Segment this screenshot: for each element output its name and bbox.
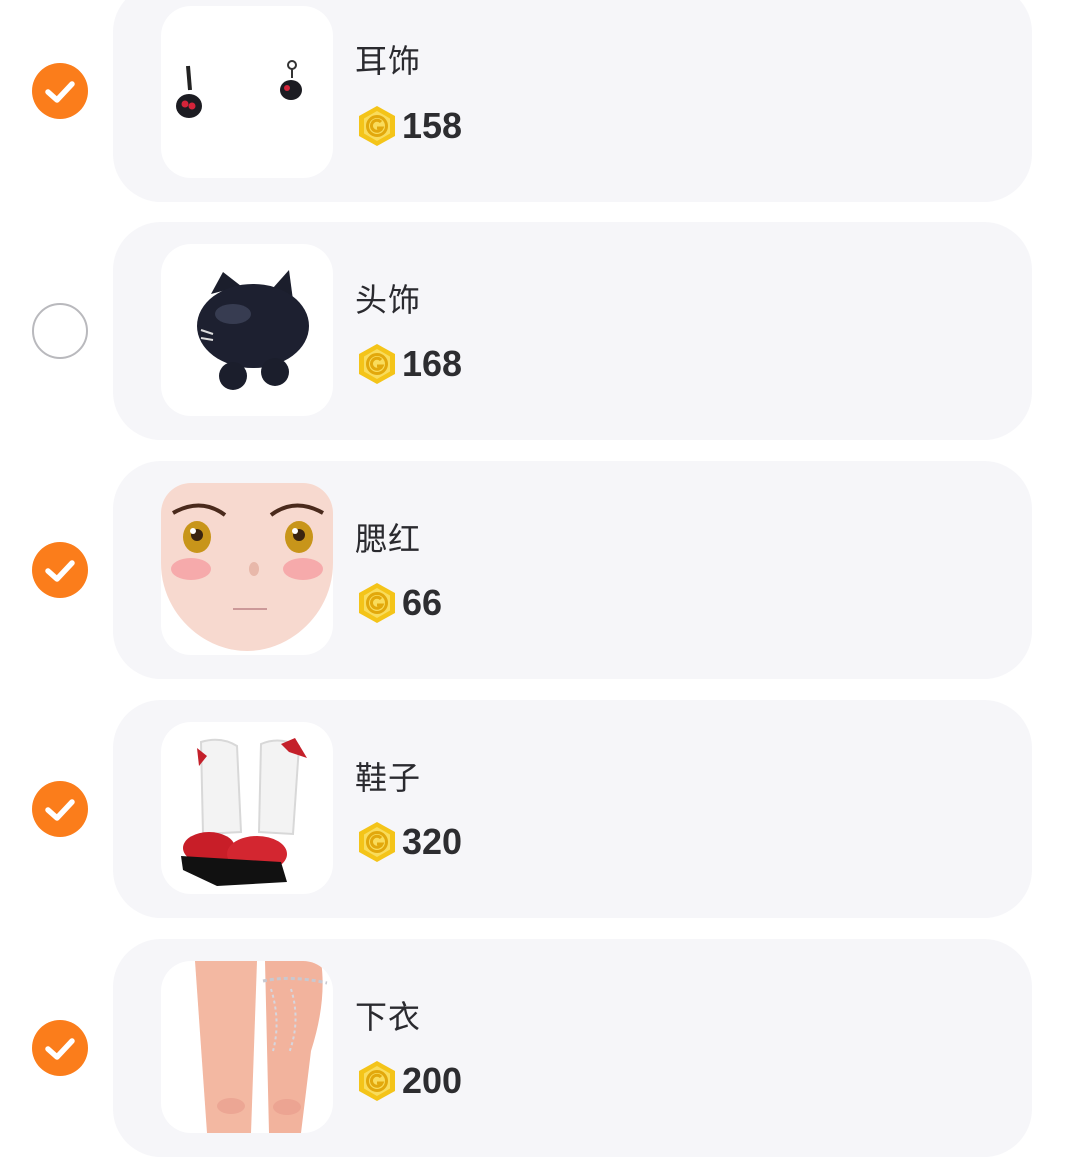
- price-value: 200: [402, 1060, 463, 1101]
- earrings-icon: [161, 6, 333, 178]
- item-name: 下衣: [355, 998, 422, 1036]
- cat-head-accessory-icon: [161, 244, 333, 416]
- list-item[interactable]: 腮红 66: [0, 461, 1080, 679]
- coin-icon: [357, 582, 397, 624]
- list-item[interactable]: 下衣 200: [0, 939, 1080, 1157]
- item-price: 320: [357, 821, 463, 863]
- item-price: 158: [357, 105, 463, 147]
- list-item[interactable]: 鞋子 320: [0, 700, 1080, 918]
- item-name: 耳饰: [355, 42, 422, 80]
- coin-icon: [357, 343, 397, 385]
- anime-face-blush-icon: [161, 483, 333, 655]
- item-price: 168: [357, 343, 463, 385]
- item-name: 头饰: [355, 281, 422, 319]
- price-value: 66: [402, 582, 443, 623]
- price-value: 320: [402, 821, 463, 862]
- price-value: 158: [402, 105, 463, 146]
- coin-icon: [357, 1060, 397, 1102]
- unselected-check-icon[interactable]: [32, 303, 88, 359]
- item-name: 腮红: [355, 520, 422, 558]
- selected-check-icon[interactable]: [32, 1020, 88, 1076]
- price-value: 168: [402, 343, 463, 384]
- list-item[interactable]: 头饰 168: [0, 222, 1080, 440]
- selected-check-icon[interactable]: [32, 63, 88, 119]
- selected-check-icon[interactable]: [32, 781, 88, 837]
- legs-bottomwear-icon: [161, 961, 333, 1133]
- item-price: 66: [357, 582, 443, 624]
- item-name: 鞋子: [355, 759, 422, 797]
- item-price: 200: [357, 1060, 463, 1102]
- fur-boots-icon: [161, 722, 333, 894]
- selected-check-icon[interactable]: [32, 542, 88, 598]
- coin-icon: [357, 821, 397, 863]
- list-item[interactable]: 耳饰 158: [0, 0, 1080, 202]
- coin-icon: [357, 105, 397, 147]
